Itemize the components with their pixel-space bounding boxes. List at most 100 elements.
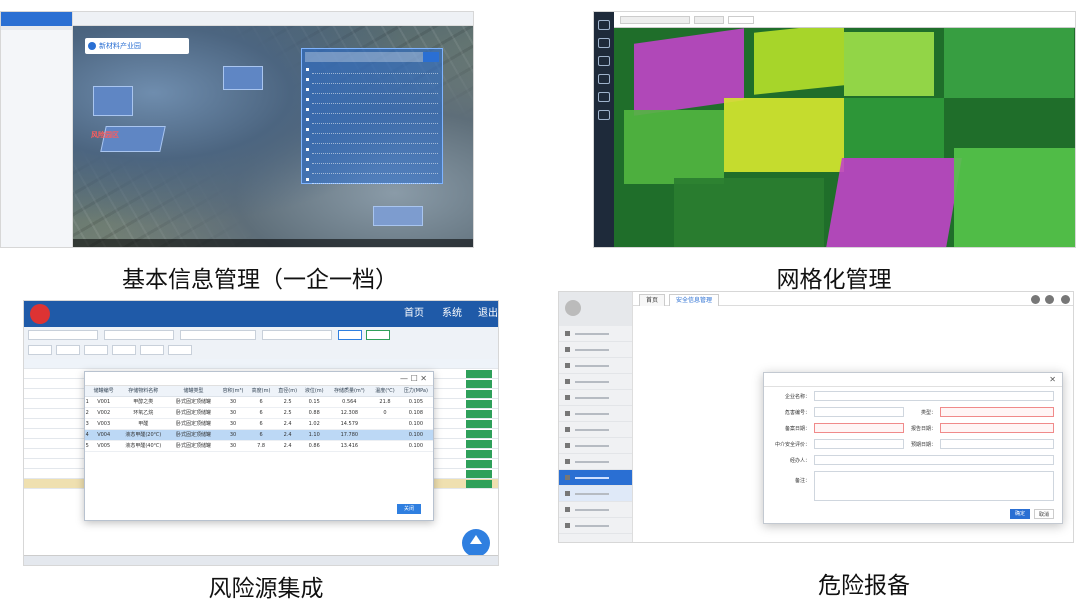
nav-back-icon[interactable]: [1031, 295, 1040, 304]
status-tag[interactable]: [466, 470, 492, 478]
factory-icon[interactable]: [598, 74, 610, 84]
list-item[interactable]: [306, 135, 438, 144]
mode-select[interactable]: [728, 16, 754, 24]
status-tag[interactable]: [466, 370, 492, 378]
sidebar-header[interactable]: [1, 12, 72, 26]
nav-system[interactable]: 系统: [442, 301, 462, 327]
status-tag[interactable]: [466, 390, 492, 398]
sidebar-item[interactable]: [559, 374, 632, 390]
grid-zone[interactable]: [954, 148, 1075, 247]
type-select[interactable]: [694, 16, 724, 24]
table-row[interactable]: 4 V004 液态甲醛(20℃) 卧式固定顶储罐 30 6 2.4 1.10 17.780 0.1…: [85, 429, 433, 441]
status-tag[interactable]: [466, 430, 492, 438]
sidebar-item[interactable]: [559, 326, 632, 342]
expected-date-input[interactable]: [940, 439, 1054, 449]
enterprise-select[interactable]: [814, 391, 1054, 401]
document-icon[interactable]: [598, 110, 610, 120]
grid-map[interactable]: [614, 28, 1075, 247]
list-item[interactable]: [306, 85, 438, 94]
grid-zone[interactable]: [624, 110, 724, 184]
tab-active[interactable]: 安全信息管理: [669, 294, 720, 306]
list-item[interactable]: [306, 65, 438, 74]
user-icon[interactable]: [598, 56, 610, 66]
list-item[interactable]: [306, 95, 438, 104]
building-highlight[interactable]: [223, 66, 263, 90]
agency-input[interactable]: [814, 439, 904, 449]
sidebar-subitem[interactable]: [559, 502, 632, 518]
list-item[interactable]: [306, 155, 438, 164]
status-tag[interactable]: [466, 420, 492, 428]
status-tag[interactable]: [466, 410, 492, 418]
sidebar-item[interactable]: [559, 454, 632, 470]
reset-button[interactable]: [366, 330, 390, 340]
grid-zone[interactable]: [844, 98, 944, 158]
grid-zone[interactable]: [944, 28, 1074, 98]
report-date-input[interactable]: [940, 423, 1054, 433]
cancel-button[interactable]: 取消: [1034, 509, 1054, 519]
nav-forward-icon[interactable]: [1045, 295, 1054, 304]
sidebar-item[interactable]: [559, 438, 632, 454]
filter-input[interactable]: [104, 330, 174, 340]
satellite-map[interactable]: 新材料产业园 风险园区: [73, 26, 473, 247]
sidebar-item[interactable]: [1, 29, 72, 30]
sidebar-item[interactable]: [559, 342, 632, 358]
sidebar-subitem[interactable]: [559, 518, 632, 534]
sidebar-item-active[interactable]: [559, 470, 632, 486]
close-button[interactable]: 关闭: [397, 504, 421, 514]
status-tag[interactable]: [466, 440, 492, 448]
toolbar-button[interactable]: [168, 345, 192, 355]
list-item[interactable]: [306, 115, 438, 124]
toolbar-button[interactable]: [112, 345, 136, 355]
status-tag[interactable]: [466, 450, 492, 458]
close-icon[interactable]: ✕: [1049, 373, 1056, 387]
list-item[interactable]: [306, 105, 438, 114]
toolbar-button[interactable]: [140, 345, 164, 355]
grid-zone[interactable]: [674, 178, 824, 247]
building-highlight[interactable]: [93, 86, 133, 116]
building-icon[interactable]: [598, 38, 610, 48]
table-row[interactable]: 5 V005 液态甲醛(40℃) 卧式固定顶储罐 30 7.8 2.4 0.86 13.416 0…: [85, 440, 433, 452]
query-button[interactable]: [338, 330, 362, 340]
handler-input[interactable]: [814, 455, 1054, 465]
status-tag[interactable]: [466, 400, 492, 408]
sidebar-item[interactable]: [559, 390, 632, 406]
filter-input[interactable]: [180, 330, 256, 340]
toolbar-button[interactable]: [56, 345, 80, 355]
chart-icon[interactable]: [598, 92, 610, 102]
table-row[interactable]: 1 V001 甲醇之类 卧式固定顶储罐 30 6 2.5 0.15 0.564 21.8 0.105: [85, 396, 433, 408]
sidebar-subitem[interactable]: [559, 486, 632, 502]
avatar[interactable]: [565, 300, 581, 316]
remark-textarea[interactable]: [814, 471, 1054, 501]
list-item[interactable]: [306, 175, 438, 184]
building-highlight[interactable]: [373, 206, 423, 226]
table-row[interactable]: 3 V003 甲醛 卧式固定顶储罐 30 6 2.4 1.02 14.579 0.100: [85, 418, 433, 430]
status-tag[interactable]: [466, 380, 492, 388]
nav-logout[interactable]: 退出: [478, 301, 498, 327]
filter-input[interactable]: [28, 330, 98, 340]
status-tag[interactable]: [466, 460, 492, 468]
grid-zone[interactable]: [844, 32, 934, 96]
tab-home[interactable]: 首页: [639, 294, 666, 306]
status-tag[interactable]: [466, 480, 492, 488]
sidebar-item[interactable]: [559, 358, 632, 374]
grid-zone[interactable]: [826, 158, 962, 247]
list-item[interactable]: [306, 75, 438, 84]
list-item[interactable]: [306, 125, 438, 134]
nav-home[interactable]: 首页: [404, 301, 424, 327]
confirm-button[interactable]: 确定: [1010, 509, 1030, 519]
scroll-top-icon[interactable]: [462, 529, 490, 557]
type-select[interactable]: [940, 407, 1054, 417]
toolbar-button[interactable]: [84, 345, 108, 355]
table-row[interactable]: 2 V002 环氧乙烷 卧式固定顶储罐 30 6 2.5 0.88 12.308 0 0.108: [85, 407, 433, 419]
list-item[interactable]: [306, 145, 438, 154]
search-button[interactable]: [423, 52, 439, 62]
window-controls[interactable]: — ☐ ✕: [400, 372, 427, 386]
grid-zone[interactable]: [724, 98, 844, 172]
sidebar-item[interactable]: [559, 422, 632, 438]
filter-input[interactable]: [262, 330, 332, 340]
filing-date-input[interactable]: [814, 423, 904, 433]
menu-icon[interactable]: [598, 20, 610, 30]
list-item[interactable]: [306, 165, 438, 174]
enterprise-search-input[interactable]: [305, 52, 439, 62]
region-select[interactable]: [620, 16, 690, 24]
